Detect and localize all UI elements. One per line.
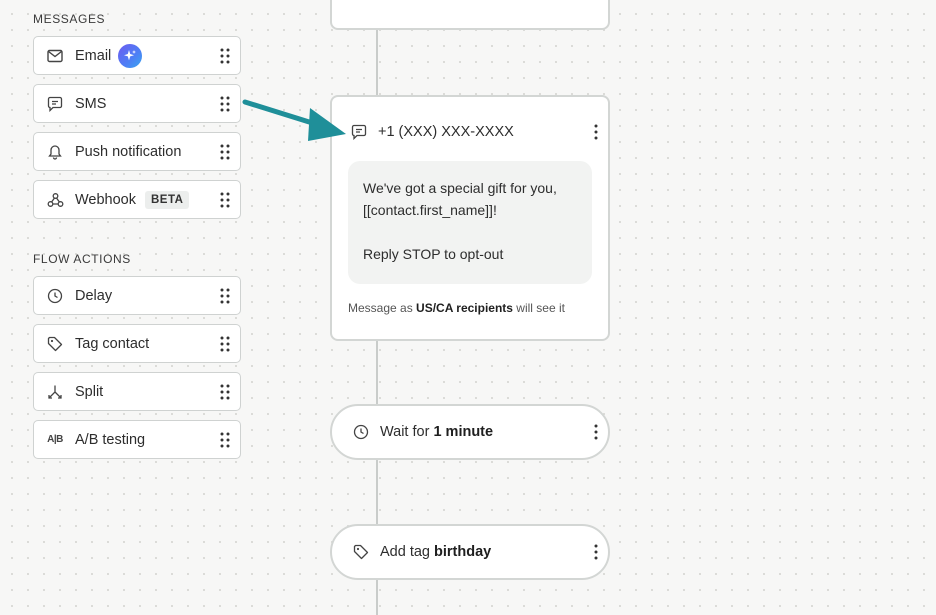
note-prefix: Message as [348, 301, 417, 315]
ab-icon: A|B [47, 434, 63, 445]
flow-node-sms[interactable]: +1 (XXX) XXX-XXXX We've got a special gi… [330, 95, 610, 341]
beta-badge: BETA [145, 190, 190, 209]
tag-prefix: Add tag [380, 544, 435, 560]
palette-item-label: Delay [75, 287, 113, 304]
drag-handle-icon[interactable] [220, 144, 230, 160]
tag-name: birthday [434, 544, 492, 560]
drag-handle-icon[interactable] [220, 288, 230, 304]
palette-item-split[interactable]: Split [33, 372, 241, 411]
palette-item-label: Push notification [75, 143, 182, 160]
flow-node-wait[interactable]: Wait for 1 minute [330, 404, 610, 460]
bell-icon [46, 143, 64, 161]
drag-handle-icon[interactable] [220, 384, 230, 400]
mail-icon [46, 47, 64, 65]
palette-item-email[interactable]: Email [33, 36, 241, 75]
note-suffix: will see it [512, 301, 565, 315]
palette-item-label: Webhook [75, 191, 136, 208]
more-options-icon[interactable] [593, 424, 599, 440]
annotation-arrow-icon [242, 99, 346, 141]
palette-item-push-notification[interactable]: Push notification [33, 132, 241, 171]
wait-node-title: Wait for 1 minute [380, 424, 493, 440]
palette-item-label: A/B testing [75, 431, 146, 448]
chat-bubble-icon [46, 95, 64, 113]
drag-handle-icon[interactable] [220, 192, 230, 208]
drag-handle-icon[interactable] [220, 48, 230, 64]
flow-node-previous[interactable] [330, 0, 610, 30]
split-icon [46, 383, 64, 401]
flow-node-add-tag[interactable]: Add tag birthday [330, 524, 610, 580]
recipients-label: US/CA recipients [416, 301, 513, 315]
drag-handle-icon[interactable] [220, 96, 230, 112]
tag-icon [352, 543, 370, 561]
clock-icon [352, 423, 370, 441]
flow-connector [376, 339, 378, 406]
palette-item-label: SMS [75, 95, 107, 112]
palette-item-webhook[interactable]: Webhook BETA [33, 180, 241, 219]
tag-icon [46, 335, 64, 353]
palette-item-label: Tag contact [75, 335, 150, 352]
drag-handle-icon[interactable] [220, 432, 230, 448]
sms-message-preview: We've got a special gift for you, [[cont… [348, 161, 592, 284]
flow-connector [376, 458, 378, 526]
webhook-icon [46, 191, 64, 209]
palette-item-ab-testing[interactable]: A|B A/B testing [33, 420, 241, 459]
tag-node-title: Add tag birthday [380, 544, 491, 560]
sms-sender-phone: +1 (XXX) XXX-XXXX [378, 124, 514, 140]
sms-recipient-note: Message as US/CA recipients will see it [348, 301, 565, 315]
messages-section-title: MESSAGES [33, 12, 106, 26]
more-options-icon[interactable] [593, 124, 599, 140]
flow-connector [376, 28, 378, 98]
palette-item-sms[interactable]: SMS [33, 84, 241, 123]
chat-bubble-icon [350, 123, 368, 141]
more-options-icon[interactable] [593, 544, 599, 560]
wait-prefix: Wait for [380, 424, 434, 440]
palette-item-label: Email [75, 47, 112, 64]
flow-actions-section-title: FLOW ACTIONS [33, 252, 131, 266]
drag-handle-icon[interactable] [220, 336, 230, 352]
palette-item-label: Split [75, 383, 104, 400]
palette-item-delay[interactable]: Delay [33, 276, 241, 315]
palette-item-tag-contact[interactable]: Tag contact [33, 324, 241, 363]
ai-sparkle-icon [118, 43, 143, 68]
wait-duration: 1 minute [433, 424, 494, 440]
flow-connector [376, 578, 378, 615]
clock-icon [46, 287, 64, 305]
